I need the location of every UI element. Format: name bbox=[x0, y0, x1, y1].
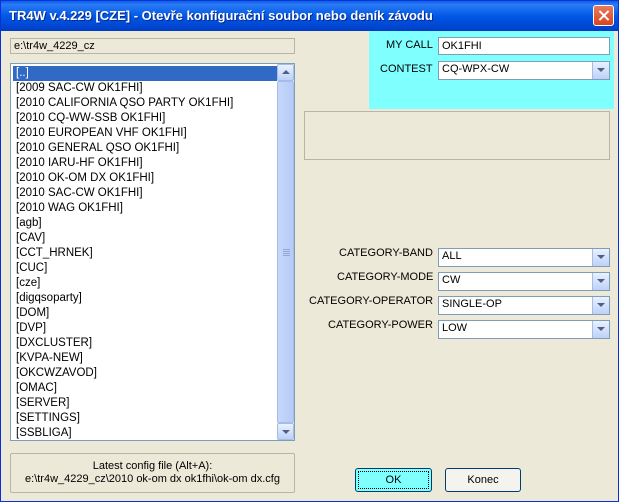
list-item[interactable]: [2010 IARU-HF OK1FHI] bbox=[13, 156, 277, 171]
config-dialog: TR4W v.4.229 [CZE] - Otevře konfigurační… bbox=[0, 0, 619, 502]
list-item[interactable]: [DXCLUSTER] bbox=[13, 336, 277, 351]
list-item[interactable]: [KVPA-NEW] bbox=[13, 351, 277, 366]
latest-config-path: e:\tr4w_4229_cz\2010 ok-om dx ok1fhi\ok-… bbox=[25, 473, 280, 485]
contest-select[interactable]: CQ-WPX-CW bbox=[438, 61, 610, 80]
list-item[interactable]: [digqsoparty] bbox=[13, 291, 277, 306]
category-power-label: CATEGORY-POWER bbox=[328, 319, 433, 331]
category-mode-label: CATEGORY-MODE bbox=[337, 271, 434, 283]
list-item[interactable]: [2010 GENERAL QSO OK1FHI] bbox=[13, 141, 277, 156]
category-mode-value: CW bbox=[442, 274, 461, 286]
list-item[interactable]: [2010 WAG OK1FHI] bbox=[13, 201, 277, 216]
my-call-label: MY CALL bbox=[386, 39, 433, 51]
list-item[interactable]: [OKCWZAVOD] bbox=[13, 366, 277, 381]
list-items: [..] [2009 SAC-CW OK1FHI] [2010 CALIFORNIA… bbox=[13, 66, 277, 441]
list-item[interactable]: [SSBLIGA] bbox=[13, 426, 277, 441]
scroll-up-icon[interactable] bbox=[277, 64, 294, 81]
list-item[interactable]: [agb] bbox=[13, 216, 277, 231]
list-item[interactable]: [2010 CQ-WW-SSB OK1FHI] bbox=[13, 111, 277, 126]
chevron-down-icon[interactable] bbox=[592, 62, 609, 79]
konec-button[interactable]: Konec bbox=[445, 468, 521, 492]
contest-value: CQ-WPX-CW bbox=[442, 63, 510, 75]
list-item[interactable]: [CAV] bbox=[13, 231, 277, 246]
config-file-list[interactable]: [..] [2009 SAC-CW OK1FHI] [2010 CALIFORNIA… bbox=[10, 63, 295, 441]
list-item[interactable]: [2009 SAC-CW OK1FHI] bbox=[13, 81, 277, 96]
category-power-value: LOW bbox=[442, 322, 468, 334]
list-item[interactable]: [SETTINGS] bbox=[13, 411, 277, 426]
list-item[interactable]: [2010 SAC-CW OK1FHI] bbox=[13, 186, 277, 201]
list-item[interactable]: [2010 EUROPEAN VHF OK1FHI] bbox=[13, 126, 277, 141]
window-title: TR4W v.4.229 [CZE] - Otevře konfigurační… bbox=[9, 8, 433, 23]
category-operator-value: SINGLE-OP bbox=[442, 298, 502, 310]
category-band-label: CATEGORY-BAND bbox=[339, 247, 433, 259]
list-item[interactable]: [SERVER] bbox=[13, 396, 277, 411]
chevron-down-icon[interactable] bbox=[592, 249, 609, 266]
info-panel bbox=[304, 111, 610, 160]
category-power-select[interactable]: LOW bbox=[438, 320, 610, 339]
chevron-down-icon[interactable] bbox=[592, 297, 609, 314]
latest-config-button[interactable]: Latest config file (Alt+A): e:\tr4w_4229… bbox=[10, 453, 295, 493]
chevron-down-icon[interactable] bbox=[592, 273, 609, 290]
latest-config-label: Latest config file (Alt+A): bbox=[92, 460, 213, 472]
list-item[interactable]: [CCT_HRNEK] bbox=[13, 246, 277, 261]
title-bar[interactable]: TR4W v.4.229 [CZE] - Otevře konfigurační… bbox=[1, 1, 618, 31]
list-item[interactable]: [DVP] bbox=[13, 321, 277, 336]
close-icon[interactable] bbox=[593, 5, 614, 26]
ok-button[interactable]: OK bbox=[355, 468, 432, 492]
list-scrollbar[interactable] bbox=[277, 64, 294, 440]
list-item[interactable]: [2010 CALIFORNIA QSO PARTY OK1FHI] bbox=[13, 96, 277, 111]
category-operator-label: CATEGORY-OPERATOR bbox=[309, 295, 434, 307]
list-item[interactable]: [cze] bbox=[13, 276, 277, 291]
list-item[interactable]: [OMAC] bbox=[13, 381, 277, 396]
list-item[interactable]: [..] bbox=[13, 66, 277, 81]
list-item[interactable]: [CUC] bbox=[13, 261, 277, 276]
contest-label: CONTEST bbox=[380, 63, 433, 75]
current-path-field: e:\tr4w_4229_cz bbox=[10, 38, 295, 54]
category-operator-select[interactable]: SINGLE-OP bbox=[438, 296, 610, 315]
chevron-down-icon[interactable] bbox=[592, 321, 609, 338]
list-item[interactable]: [DOM] bbox=[13, 306, 277, 321]
category-band-select[interactable]: ALL bbox=[438, 248, 610, 267]
my-call-input[interactable]: OK1FHI bbox=[438, 37, 610, 55]
category-mode-select[interactable]: CW bbox=[438, 272, 610, 291]
list-item[interactable]: [2010 OK-OM DX OK1FHI] bbox=[13, 171, 277, 186]
scroll-down-icon[interactable] bbox=[277, 423, 294, 440]
scroll-thumb[interactable] bbox=[277, 81, 294, 423]
category-band-value: ALL bbox=[442, 250, 462, 262]
